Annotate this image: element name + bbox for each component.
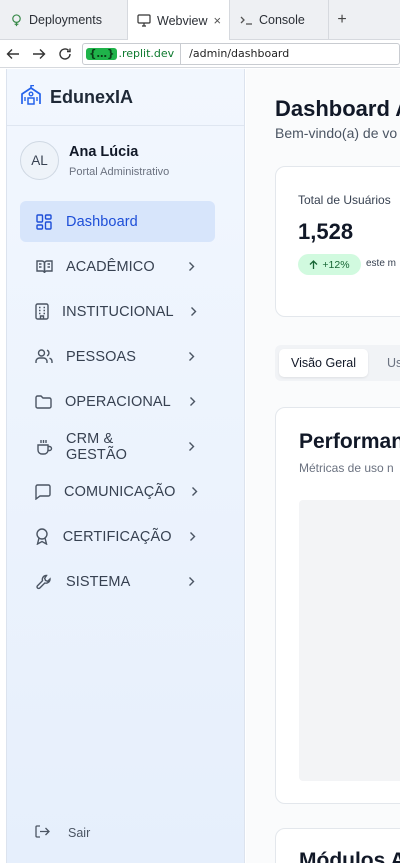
wrench-icon bbox=[35, 573, 53, 591]
brand[interactable]: EdunexIA bbox=[7, 69, 244, 126]
performance-title: Performan bbox=[299, 430, 400, 453]
sidebar-item-label: OPERACIONAL bbox=[65, 393, 171, 410]
school-icon bbox=[20, 84, 42, 110]
arrow-left-icon bbox=[6, 48, 19, 59]
user-profile[interactable]: AL Ana Lúcia Portal Administrativo bbox=[7, 126, 244, 180]
chevron-right-icon bbox=[187, 306, 201, 317]
dashboard-icon bbox=[35, 213, 53, 231]
logout-label: Sair bbox=[68, 826, 91, 840]
sidebar-item-label: INSTITUCIONAL bbox=[62, 303, 174, 320]
sidebar-item-label: COMUNICAÇÃO bbox=[64, 483, 176, 500]
browser-tab-bar: Deployments Webview × Console + bbox=[0, 0, 400, 41]
sidebar-item-label: ACADÊMICO bbox=[66, 258, 155, 275]
book-icon bbox=[35, 258, 53, 276]
sidebar-item-institucional[interactable]: INSTITUCIONAL bbox=[20, 291, 215, 332]
close-tab-button[interactable]: × bbox=[213, 13, 221, 28]
webview-icon bbox=[137, 14, 151, 28]
url-field[interactable]: {…} .replit.dev /admin/dashboard bbox=[82, 42, 400, 65]
url-host-mask: {…} bbox=[86, 47, 118, 60]
chevron-right-icon bbox=[181, 441, 201, 452]
sidebar-item-label: CRM & GESTÃO bbox=[66, 430, 128, 463]
main-content: Dashboard A Bem-vindo(a) de vo Total de … bbox=[246, 69, 400, 863]
sidebar-menu: Dashboard ACADÊMICO INSTITUCIONAL PESSOA… bbox=[20, 201, 215, 606]
chevron-right-icon bbox=[184, 396, 201, 407]
url-path: /admin/dashboard bbox=[189, 47, 290, 60]
tab-console[interactable]: Console bbox=[230, 0, 329, 40]
sidebar-item-academico[interactable]: ACADÊMICO bbox=[20, 246, 215, 287]
sidebar-item-comunicacao[interactable]: COMUNICAÇÃO bbox=[20, 471, 215, 512]
chevron-right-icon bbox=[185, 531, 201, 542]
url-host: {…} .replit.dev bbox=[83, 43, 182, 64]
sidebar-item-operacional[interactable]: OPERACIONAL bbox=[20, 381, 215, 422]
avatar: AL bbox=[20, 141, 59, 180]
back-button[interactable] bbox=[0, 40, 26, 68]
user-role: Portal Administrativo bbox=[69, 165, 170, 178]
users-icon bbox=[35, 348, 53, 366]
brand-name: EdunexIA bbox=[50, 86, 134, 107]
arrow-up-icon bbox=[309, 259, 318, 269]
logout-icon bbox=[35, 825, 50, 841]
modules-title: Módulos A bbox=[299, 849, 400, 863]
page-title: Dashboard A bbox=[275, 96, 400, 121]
page-subtitle: Bem-vindo(a) de vo bbox=[275, 125, 398, 141]
tab-usuarios[interactable]: Us bbox=[387, 356, 400, 370]
tab-webview[interactable]: Webview × bbox=[128, 0, 230, 41]
coffee-icon bbox=[35, 438, 53, 456]
new-tab-button[interactable]: + bbox=[329, 0, 355, 40]
chevron-right-icon bbox=[181, 576, 201, 587]
tab-deployments[interactable]: Deployments bbox=[0, 0, 128, 40]
change-badge: +12% bbox=[298, 254, 361, 275]
performance-chart-placeholder bbox=[299, 500, 400, 781]
arrow-right-icon bbox=[33, 48, 46, 59]
sidebar-item-label: SISTEMA bbox=[66, 573, 131, 590]
stat-value: 1,528 bbox=[298, 219, 354, 244]
sidebar-item-label: PESSOAS bbox=[66, 348, 137, 365]
change-value: +12% bbox=[322, 258, 350, 271]
tab-label: Deployments bbox=[29, 13, 102, 27]
sidebar-item-label: CERTIFICAÇÃO bbox=[62, 528, 172, 545]
message-icon bbox=[35, 483, 51, 501]
award-icon bbox=[35, 528, 50, 546]
performance-subtitle: Métricas de uso n bbox=[299, 461, 394, 475]
folder-icon bbox=[35, 393, 52, 411]
performance-card: Performan Métricas de uso n bbox=[275, 407, 400, 804]
sidebar-item-pessoas[interactable]: PESSOAS bbox=[20, 336, 215, 377]
sidebar-item-certificacao[interactable]: CERTIFICAÇÃO bbox=[20, 516, 215, 557]
tab-visao-geral[interactable]: Visão Geral bbox=[279, 349, 368, 377]
console-icon bbox=[239, 13, 253, 27]
reload-button[interactable] bbox=[52, 40, 78, 68]
tab-label: Console bbox=[259, 13, 305, 27]
chevron-right-icon bbox=[181, 261, 201, 272]
sidebar-item-label: Dashboard bbox=[66, 213, 138, 230]
change-note: este m bbox=[366, 258, 397, 269]
user-name: Ana Lúcia bbox=[69, 143, 139, 160]
logout-button[interactable]: Sair bbox=[35, 825, 90, 841]
url-host-text: .replit.dev bbox=[118, 47, 175, 60]
forward-button[interactable] bbox=[26, 40, 52, 68]
address-bar: {…} .replit.dev /admin/dashboard bbox=[0, 40, 400, 68]
sidebar-item-crm-gestao[interactable]: CRM & GESTÃO bbox=[20, 426, 215, 467]
stat-label: Total de Usuários bbox=[298, 193, 391, 207]
deployments-icon bbox=[9, 13, 23, 27]
sidebar-item-dashboard[interactable]: Dashboard bbox=[20, 201, 215, 242]
reload-icon bbox=[59, 47, 71, 60]
sidebar: EdunexIA AL Ana Lúcia Portal Administrat… bbox=[6, 69, 245, 863]
sidebar-item-sistema[interactable]: SISTEMA bbox=[20, 561, 215, 602]
dashboard-tabs: Visão Geral Us bbox=[275, 345, 400, 381]
building-icon bbox=[35, 303, 49, 321]
chevron-right-icon bbox=[181, 351, 201, 362]
chevron-right-icon bbox=[188, 486, 201, 497]
stat-card-users: Total de Usuários 1,528 +12% este m bbox=[275, 166, 400, 317]
modules-card: Módulos A bbox=[275, 828, 400, 863]
tab-label: Webview bbox=[157, 13, 208, 28]
